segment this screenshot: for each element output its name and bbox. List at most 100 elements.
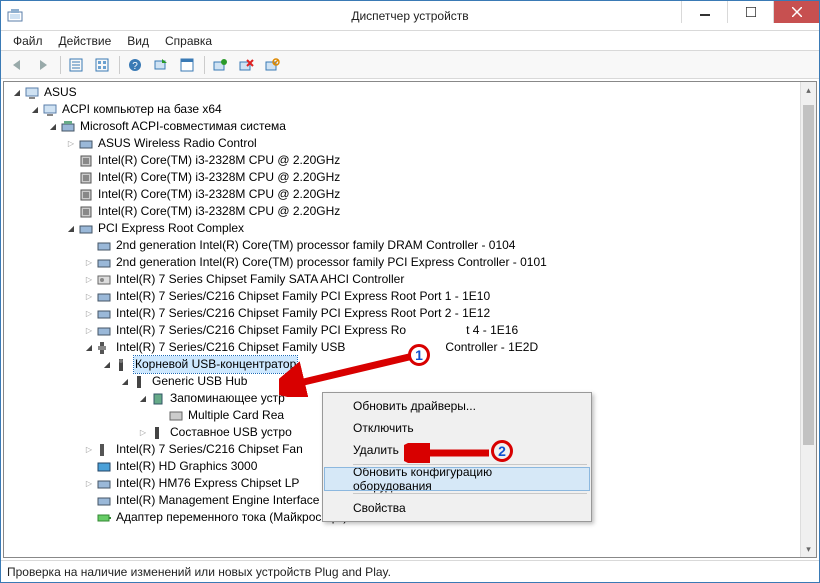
maximize-button[interactable] [727,1,773,23]
close-button[interactable] [773,1,819,23]
tree-node[interactable]: Intel(R) 7 Series/C216 Chipset Family PC… [4,305,800,322]
ctx-update-drivers[interactable]: Обновить драйверы... [325,395,589,417]
expand-toggle[interactable] [82,339,96,356]
disk-icon [168,408,184,424]
expand-toggle[interactable] [118,373,132,390]
node-label: Запоминающее устр [170,390,285,407]
node-label: Intel(R) 7 Series Chipset Family SATA AH… [116,271,404,288]
cpu-icon [78,204,94,220]
tree-node-selected[interactable]: Корневой USB-концентратор [4,356,800,373]
ctx-scan-hardware[interactable]: Обновить конфигурацию оборудования [325,468,589,490]
expand-toggle[interactable] [136,424,150,441]
tree-node[interactable]: PCI Express Root Complex [4,220,800,237]
usb-hub-icon [114,357,130,373]
expand-toggle[interactable] [82,288,96,305]
tree-node[interactable]: 2nd generation Intel(R) Core(TM) process… [4,254,800,271]
expand-toggle[interactable] [82,254,96,271]
expand-toggle[interactable] [82,271,96,288]
node-label: Generic USB Hub [152,373,247,390]
scroll-up-button[interactable]: ▴ [801,82,816,98]
toolbar-details-button[interactable] [64,54,88,76]
system-device-icon [78,221,94,237]
usb-controller-icon [96,442,112,458]
tree-node[interactable]: Generic USB Hub [4,373,800,390]
status-text: Проверка на наличие изменений или новых … [7,565,391,579]
tree-node[interactable]: Microsoft ACPI-совместимая система [4,118,800,135]
toolbar-props-button[interactable] [175,54,199,76]
tree-node[interactable]: 2nd generation Intel(R) Core(TM) process… [4,237,800,254]
tree-node[interactable]: Intel(R) 7 Series/C216 Chipset Family US… [4,339,800,356]
system-device-icon [96,255,112,271]
system-device-icon [96,238,112,254]
tree-node[interactable]: Intel(R) Core(TM) i3-2328M CPU @ 2.20GHz [4,169,800,186]
node-label: 2nd generation Intel(R) Core(TM) process… [116,237,515,254]
node-label: Intel(R) 7 Series/C216 Chipset Family US… [116,339,345,356]
system-device-icon [96,323,112,339]
tree-node[interactable]: ACPI компьютер на базе x64 [4,101,800,118]
system-device-icon [78,136,94,152]
tree-node[interactable]: Intel(R) Core(TM) i3-2328M CPU @ 2.20GHz [4,152,800,169]
menu-help[interactable]: Справка [157,32,220,50]
node-label: Intel(R) 7 Series/C216 Chipset Family PC… [116,322,406,339]
expand-toggle[interactable] [82,305,96,322]
tree-node[interactable]: Intel(R) 7 Series/C216 Chipset Family PC… [4,288,800,305]
system-device-icon [96,289,112,305]
menu-view[interactable]: Вид [119,32,157,50]
toolbar-uninstall-button[interactable] [234,54,258,76]
tree-node-root[interactable]: ASUS [4,84,800,101]
node-label: Multiple Card Rea [188,407,284,424]
expand-toggle[interactable] [64,220,78,237]
cpu-icon [78,170,94,186]
node-label: PCI Express Root Complex [98,220,244,237]
node-label: Intel(R) Core(TM) i3-2328M CPU @ 2.20GHz [98,203,340,220]
node-label: ASUS [44,84,77,101]
toolbar: ? [1,51,819,79]
expand-toggle[interactable] [82,441,96,458]
ctx-label: Обновить конфигурацию оборудования [353,465,565,493]
app-icon [7,8,23,24]
expand-toggle[interactable] [46,118,60,135]
vertical-scrollbar[interactable]: ▴ ▾ [800,82,816,557]
node-label: Intel(R) Core(TM) i3-2328M CPU @ 2.20GHz [98,152,340,169]
expand-toggle[interactable] [136,390,150,407]
computer-icon [42,102,58,118]
expand-toggle[interactable] [82,475,96,492]
toolbar-separator [60,56,61,74]
toolbar-list-button[interactable] [90,54,114,76]
toolbar-forward-button[interactable] [31,54,55,76]
context-menu: Обновить драйверы... Отключить Удалить О… [322,392,592,522]
titlebar: Диспетчер устройств [1,1,819,31]
node-label: Microsoft ACPI-совместимая система [80,118,286,135]
tree-node[interactable]: Intel(R) 7 Series Chipset Family SATA AH… [4,271,800,288]
node-label: 2nd generation Intel(R) Core(TM) process… [116,254,547,271]
battery-icon [96,510,112,526]
toolbar-disable-button[interactable] [260,54,284,76]
ctx-disable[interactable]: Отключить [325,417,589,439]
expand-toggle[interactable] [100,356,114,373]
tree-node[interactable]: ASUS Wireless Radio Control [4,135,800,152]
expand-toggle[interactable] [10,84,24,101]
minimize-button[interactable] [681,1,727,23]
expand-toggle[interactable] [28,101,42,118]
cpu-icon [78,187,94,203]
menu-action[interactable]: Действие [51,32,120,50]
scroll-down-button[interactable]: ▾ [801,541,816,557]
toolbar-update-button[interactable] [208,54,232,76]
node-label: Intel(R) 7 Series/C216 Chipset Family PC… [116,305,490,322]
menu-file[interactable]: Файл [5,32,51,50]
ctx-label: Отключить [353,421,414,435]
toolbar-back-button[interactable] [5,54,29,76]
toolbar-scan-button[interactable] [149,54,173,76]
storage-controller-icon [96,272,112,288]
svg-text:?: ? [132,61,138,72]
toolbar-help-button[interactable]: ? [123,54,147,76]
ctx-properties[interactable]: Свойства [325,497,589,519]
tree-node[interactable]: Intel(R) Core(TM) i3-2328M CPU @ 2.20GHz [4,186,800,203]
tree-node[interactable]: Intel(R) 7 Series/C216 Chipset Family PC… [4,322,800,339]
tree-node[interactable]: Intel(R) Core(TM) i3-2328M CPU @ 2.20GHz [4,203,800,220]
expand-toggle[interactable] [82,322,96,339]
ctx-delete[interactable]: Удалить [325,439,589,461]
usb-controller-icon [96,340,112,356]
scroll-thumb[interactable] [803,105,814,445]
expand-toggle[interactable] [64,135,78,152]
